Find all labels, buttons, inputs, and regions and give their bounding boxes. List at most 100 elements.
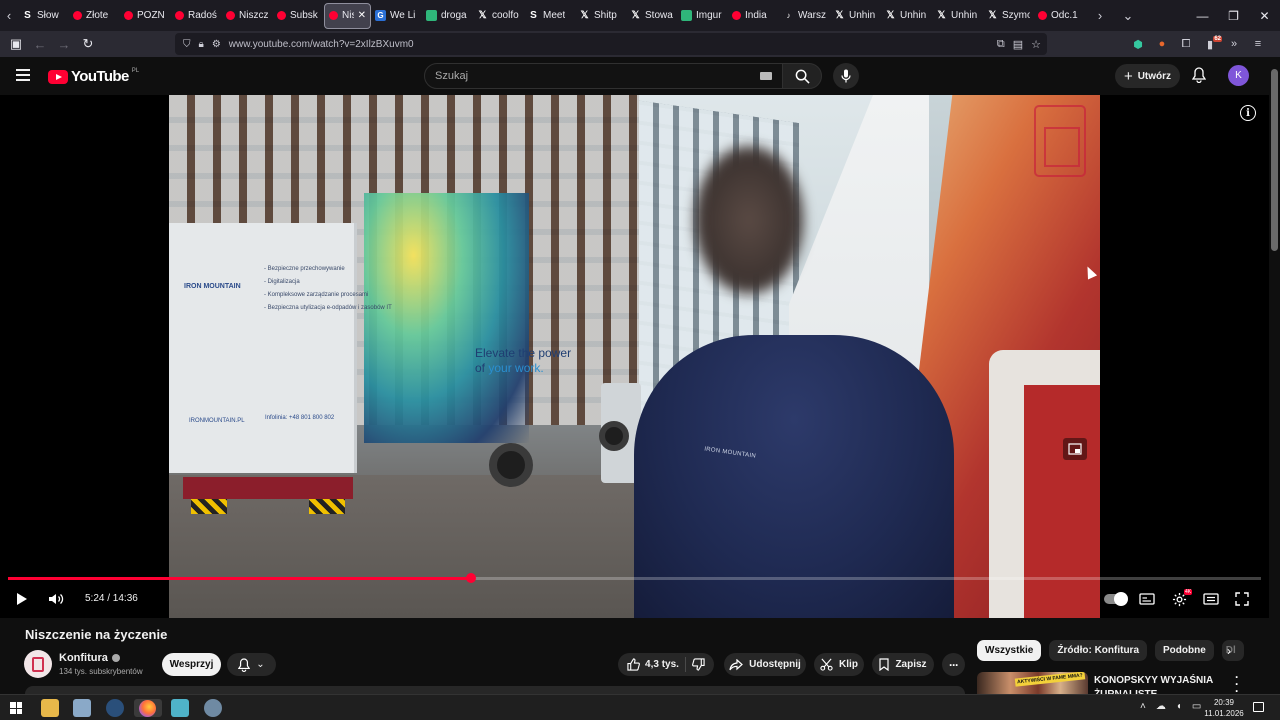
overflow-chevron-icon[interactable]: » xyxy=(1222,38,1246,50)
fullscreen-button[interactable] xyxy=(1232,589,1252,609)
channel-name[interactable]: Konfitura xyxy=(59,652,108,664)
search-input[interactable]: Szukaj xyxy=(424,63,783,89)
display-icon[interactable]: ▭ xyxy=(1192,701,1201,712)
browser-tab-active[interactable]: Nis ✕ xyxy=(324,2,371,29)
browser-tab[interactable]: POZN xyxy=(120,3,171,29)
extension-badge-icon[interactable]: ▮ 62 xyxy=(1198,35,1222,51)
bookmark-star-icon[interactable]: ☆ xyxy=(1031,38,1041,51)
address-bar[interactable]: ⛉ 🔒︎ ⚙ www.youtube.com/watch?v=2xIlzBXuv… xyxy=(175,33,1047,55)
browser-tab[interactable]: ♪ Warsz xyxy=(779,3,830,29)
progress-scrubber-handle[interactable] xyxy=(466,573,476,583)
browser-tab[interactable]: 𝕏 Stowa xyxy=(626,3,677,29)
tagline-of: of xyxy=(475,361,486,375)
browser-tab[interactable]: Odc.1 xyxy=(1034,3,1085,29)
keyboard-icon[interactable] xyxy=(760,72,772,80)
back-icon[interactable]: ← xyxy=(28,32,52,56)
close-window-icon[interactable]: ✕ xyxy=(1249,9,1280,23)
shield-icon[interactable]: ⛉ xyxy=(183,39,191,50)
miniplayer-icon[interactable] xyxy=(1063,438,1087,460)
support-button[interactable]: Wesprzyj xyxy=(162,653,221,676)
channel-avatar[interactable] xyxy=(24,650,52,678)
browser-tab[interactable]: G We Li xyxy=(371,3,422,29)
shield-extension-icon[interactable]: ⬢ xyxy=(1126,38,1150,51)
lock-icon[interactable]: 🔒︎ xyxy=(199,39,204,50)
tab-scroll-right-icon[interactable]: › xyxy=(1091,0,1109,31)
chip-all[interactable]: Wszystkie xyxy=(977,640,1042,661)
subtitles-button[interactable] xyxy=(1137,589,1157,609)
browser-tab[interactable]: India xyxy=(728,3,779,29)
page-scrollbar[interactable] xyxy=(1269,57,1280,720)
more-actions-icon[interactable]: ··· xyxy=(942,653,965,676)
reader-view-icon[interactable]: ▤ xyxy=(1013,38,1023,51)
browser-tab[interactable]: S Słow xyxy=(18,3,69,29)
browser-tab[interactable]: Subsk xyxy=(273,3,324,29)
share-button[interactable]: Udostępnij xyxy=(724,653,806,676)
picture-in-picture-icon[interactable]: ⧉ xyxy=(997,38,1005,51)
app-icon[interactable] xyxy=(204,699,222,717)
progress-bar[interactable] xyxy=(8,573,1261,583)
windows-start-icon[interactable] xyxy=(10,702,22,714)
taskbar-clock[interactable]: 20:39 11.01.2026 xyxy=(1204,697,1244,719)
video-frame[interactable]: IRON MOUNTAIN - Bezpieczne przechowywani… xyxy=(169,95,1100,618)
browser-tab[interactable]: 𝕏coolfo xyxy=(473,3,524,29)
browser-tab[interactable]: Niszcz xyxy=(222,3,273,29)
computer-icon[interactable] xyxy=(73,699,91,717)
tab-scroll-left-icon[interactable]: ‹ xyxy=(0,0,18,31)
scrollbar-thumb[interactable] xyxy=(1271,69,1278,251)
autoplay-toggle[interactable] xyxy=(1104,592,1128,606)
channel-name-row[interactable]: Konfitura xyxy=(59,652,120,664)
account-avatar[interactable]: K xyxy=(1228,65,1249,86)
video-player[interactable]: IRON MOUNTAIN - Bezpieczne przechowywani… xyxy=(0,95,1269,618)
create-button[interactable]: + Utwórz xyxy=(1115,64,1180,88)
clip-button[interactable]: Klip xyxy=(814,653,864,676)
notification-settings-button[interactable]: ⌄ xyxy=(227,653,276,676)
dislike-button[interactable] xyxy=(692,658,705,671)
youtube-logo[interactable]: YouTube PL xyxy=(48,68,139,85)
browser-tab[interactable]: droga xyxy=(422,3,473,29)
browser-tab[interactable]: Złote xyxy=(69,3,120,29)
volume-button[interactable] xyxy=(46,589,66,609)
url-text[interactable]: www.youtube.com/watch?v=2xIlzBXuvm0 xyxy=(229,39,414,50)
theater-mode-button[interactable] xyxy=(1201,589,1221,609)
reload-icon[interactable]: ↻ xyxy=(76,32,100,56)
browser-tab[interactable]: 𝕏 Unhin xyxy=(932,3,983,29)
browser-tab[interactable]: 𝕏 Szymo xyxy=(983,3,1034,29)
firefox-taskbar-button[interactable] xyxy=(134,699,162,717)
tray-chevron-icon[interactable]: ˄ xyxy=(1140,701,1146,712)
chip-source-channel[interactable]: Źródło: Konfitura xyxy=(1049,640,1148,661)
tab-close-icon[interactable]: ✕ xyxy=(358,10,366,21)
restore-icon[interactable]: ❐ xyxy=(1218,9,1249,23)
browser-tab[interactable]: 𝕏 Unhin xyxy=(881,3,932,29)
network-icon[interactable]: ☁ xyxy=(1156,701,1166,712)
menu-hamburger-icon[interactable] xyxy=(16,69,30,81)
recommendation-menu-icon[interactable]: · · · xyxy=(1232,671,1242,697)
file-explorer-icon[interactable] xyxy=(41,699,59,717)
notifications-bell-icon[interactable] xyxy=(1190,66,1208,84)
steam-icon[interactable] xyxy=(106,699,124,717)
app-menu-icon[interactable]: ≡ xyxy=(1246,38,1270,50)
tab-list-dropdown-icon[interactable]: ⌄ xyxy=(1119,0,1137,31)
volume-tray-icon[interactable]: ◖ xyxy=(1176,701,1182,712)
minimize-icon[interactable]: — xyxy=(1187,9,1218,23)
like-button[interactable]: 4,3 tys. xyxy=(627,658,679,671)
forward-icon[interactable]: → xyxy=(52,32,76,56)
app-icon[interactable] xyxy=(171,699,189,717)
save-button[interactable]: Zapisz xyxy=(872,653,934,676)
fox-extension-icon[interactable]: ● xyxy=(1150,38,1174,50)
search-button[interactable] xyxy=(782,63,822,89)
chip-related[interactable]: Podobne xyxy=(1155,640,1214,661)
permissions-icon[interactable]: ⚙ xyxy=(212,39,221,50)
voice-search-button[interactable] xyxy=(833,63,859,89)
browser-tab[interactable]: 𝕏 Unhin xyxy=(830,3,881,29)
chips-next-chevron-icon[interactable]: › xyxy=(1222,641,1236,661)
channel-watermark-icon[interactable] xyxy=(1034,105,1086,177)
browser-tab[interactable]: 𝕏 Shitp xyxy=(575,3,626,29)
browser-tab[interactable]: S Meet xyxy=(524,3,575,29)
play-button[interactable] xyxy=(12,589,32,609)
extensions-puzzle-icon[interactable]: ⧠ xyxy=(1174,38,1198,51)
browser-tab[interactable]: Radoś xyxy=(171,3,222,29)
info-icon[interactable]: i xyxy=(1240,105,1256,121)
browser-tab[interactable]: Imgur xyxy=(677,3,728,29)
notification-center-icon[interactable] xyxy=(1253,702,1264,712)
sidebar-toggle-icon[interactable]: ▣ xyxy=(4,32,28,56)
